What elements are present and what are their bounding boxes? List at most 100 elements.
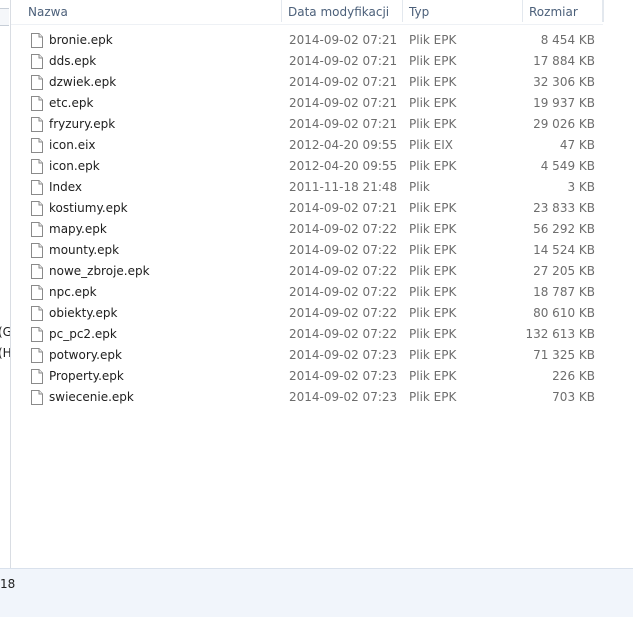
file-type: Plik EPK <box>409 285 457 299</box>
column-header-bar: ˄ Nazwa Data modyfikacji Typ Rozmiar <box>11 0 633 25</box>
nav-pane-fragment[interactable]: (G <box>0 325 10 339</box>
file-row[interactable]: npc.epk 2014-09-02 07:22 Plik EPK 18 787… <box>28 282 628 303</box>
column-header-size-label: Rozmiar <box>529 5 578 19</box>
file-size: 4 549 KB <box>540 159 595 173</box>
file-type: Plik EPK <box>409 390 457 404</box>
file-size: 71 325 KB <box>533 348 595 362</box>
file-name: pc_pc2.epk <box>49 327 117 341</box>
column-header-name-label: Nazwa <box>28 5 68 19</box>
file-type: Plik EPK <box>409 96 457 110</box>
file-name: etc.epk <box>49 96 94 110</box>
file-row[interactable]: obiekty.epk 2014-09-02 07:22 Plik EPK 80… <box>28 303 628 324</box>
file-date-modified: 2014-09-02 07:21 <box>289 96 398 110</box>
file-type: Plik EPK <box>409 306 457 320</box>
file-date-modified: 2012-04-20 09:55 <box>289 138 398 152</box>
file-row[interactable]: mapy.epk 2014-09-02 07:22 Plik EPK 56 29… <box>28 219 628 240</box>
file-type: Plik EPK <box>409 222 457 236</box>
file-name: fryzury.epk <box>49 117 116 131</box>
file-size: 29 026 KB <box>533 117 595 131</box>
file-size: 56 292 KB <box>533 222 595 236</box>
file-icon <box>31 327 43 342</box>
file-row[interactable]: fryzury.epk 2014-09-02 07:21 Plik EPK 29… <box>28 114 628 135</box>
file-date-modified: 2014-09-02 07:23 <box>289 348 398 362</box>
file-date-modified: 2014-09-02 07:22 <box>289 327 398 341</box>
file-row[interactable]: potwory.epk 2014-09-02 07:23 Plik EPK 71… <box>28 345 628 366</box>
nav-pane-fragment[interactable]: (H <box>0 346 10 360</box>
file-date-modified: 2014-09-02 07:23 <box>289 390 398 404</box>
file-row[interactable]: nowe_zbroje.epk 2014-09-02 07:22 Plik EP… <box>28 261 628 282</box>
file-row[interactable]: etc.epk 2014-09-02 07:21 Plik EPK 19 937… <box>28 93 628 114</box>
file-row[interactable]: dzwiek.epk 2014-09-02 07:21 Plik EPK 32 … <box>28 72 628 93</box>
file-icon <box>31 159 43 174</box>
file-icon <box>31 138 43 153</box>
file-type: Plik EPK <box>409 33 457 47</box>
file-type: Plik EPK <box>409 117 457 131</box>
file-date-modified: 2014-09-02 07:22 <box>289 243 398 257</box>
file-date-modified: 2014-09-02 07:22 <box>289 264 398 278</box>
file-row[interactable]: Property.epk 2014-09-02 07:23 Plik EPK 2… <box>28 366 628 387</box>
file-size: 27 205 KB <box>533 264 595 278</box>
file-size: 18 787 KB <box>533 285 595 299</box>
file-size: 47 KB <box>559 138 595 152</box>
file-type: Plik <box>409 180 430 194</box>
file-icon <box>31 369 43 384</box>
file-icon <box>31 222 43 237</box>
file-row[interactable]: dds.epk 2014-09-02 07:21 Plik EPK 17 884… <box>28 51 628 72</box>
file-list: bronie.epk 2014-09-02 07:21 Plik EPK 8 4… <box>28 30 628 408</box>
file-size: 23 833 KB <box>533 201 595 215</box>
file-row[interactable]: Index 2011-11-18 21:48 Plik 3 KB <box>28 177 628 198</box>
file-row[interactable]: bronie.epk 2014-09-02 07:21 Plik EPK 8 4… <box>28 30 628 51</box>
file-size: 14 524 KB <box>533 243 595 257</box>
file-size: 32 306 KB <box>533 75 595 89</box>
column-header-name[interactable]: Nazwa <box>22 0 282 24</box>
file-type: Plik EPK <box>409 327 457 341</box>
column-header-type-label: Typ <box>409 5 430 19</box>
column-header-date[interactable]: Data modyfikacji <box>282 0 403 24</box>
file-name: Property.epk <box>49 369 124 383</box>
file-name: Index <box>49 180 83 194</box>
file-icon <box>31 390 43 405</box>
file-date-modified: 2014-09-02 07:21 <box>289 117 398 131</box>
file-type: Plik EIX <box>409 138 454 152</box>
file-size: 703 KB <box>552 390 595 404</box>
file-date-modified: 2014-09-02 07:21 <box>289 33 398 47</box>
file-date-modified: 2014-09-02 07:23 <box>289 369 398 383</box>
file-icon <box>31 75 43 90</box>
file-icon <box>31 96 43 111</box>
file-row[interactable]: icon.eix 2012-04-20 09:55 Plik EIX 47 KB <box>28 135 628 156</box>
file-name: npc.epk <box>49 285 97 299</box>
column-header-date-label: Data modyfikacji <box>288 5 390 19</box>
file-size: 80 610 KB <box>533 306 595 320</box>
file-type: Plik EPK <box>409 201 457 215</box>
file-date-modified: 2011-11-18 21:48 <box>289 180 398 194</box>
file-row[interactable]: icon.epk 2012-04-20 09:55 Plik EPK 4 549… <box>28 156 628 177</box>
file-type: Plik EPK <box>409 75 457 89</box>
file-name: obiekty.epk <box>49 306 118 320</box>
file-row[interactable]: swiecenie.epk 2014-09-02 07:23 Plik EPK … <box>28 387 628 408</box>
details-status-bar: 18 <box>0 568 633 617</box>
file-icon <box>31 264 43 279</box>
file-size: 19 937 KB <box>533 96 595 110</box>
file-type: Plik EPK <box>409 54 457 68</box>
file-size: 3 KB <box>567 180 595 194</box>
file-name: kostiumy.epk <box>49 201 128 215</box>
file-name: swiecenie.epk <box>49 390 134 404</box>
file-icon <box>31 54 43 69</box>
file-row[interactable]: mounty.epk 2014-09-02 07:22 Plik EPK 14 … <box>28 240 628 261</box>
nav-pane-item-box[interactable] <box>0 8 9 26</box>
file-icon <box>31 180 43 195</box>
column-header-size[interactable]: Rozmiar <box>523 0 603 24</box>
file-date-modified: 2014-09-02 07:22 <box>289 285 398 299</box>
file-icon <box>31 285 43 300</box>
file-name: mapy.epk <box>49 222 107 236</box>
file-row[interactable]: kostiumy.epk 2014-09-02 07:21 Plik EPK 2… <box>28 198 628 219</box>
file-icon <box>31 201 43 216</box>
file-type: Plik EPK <box>409 243 457 257</box>
file-name: nowe_zbroje.epk <box>49 264 150 278</box>
file-name: dds.epk <box>49 54 97 68</box>
file-type: Plik EPK <box>409 348 457 362</box>
file-icon <box>31 306 43 321</box>
column-header-type[interactable]: Typ <box>403 0 523 24</box>
file-row[interactable]: pc_pc2.epk 2014-09-02 07:22 Plik EPK 132… <box>28 324 628 345</box>
file-name: bronie.epk <box>49 33 113 47</box>
